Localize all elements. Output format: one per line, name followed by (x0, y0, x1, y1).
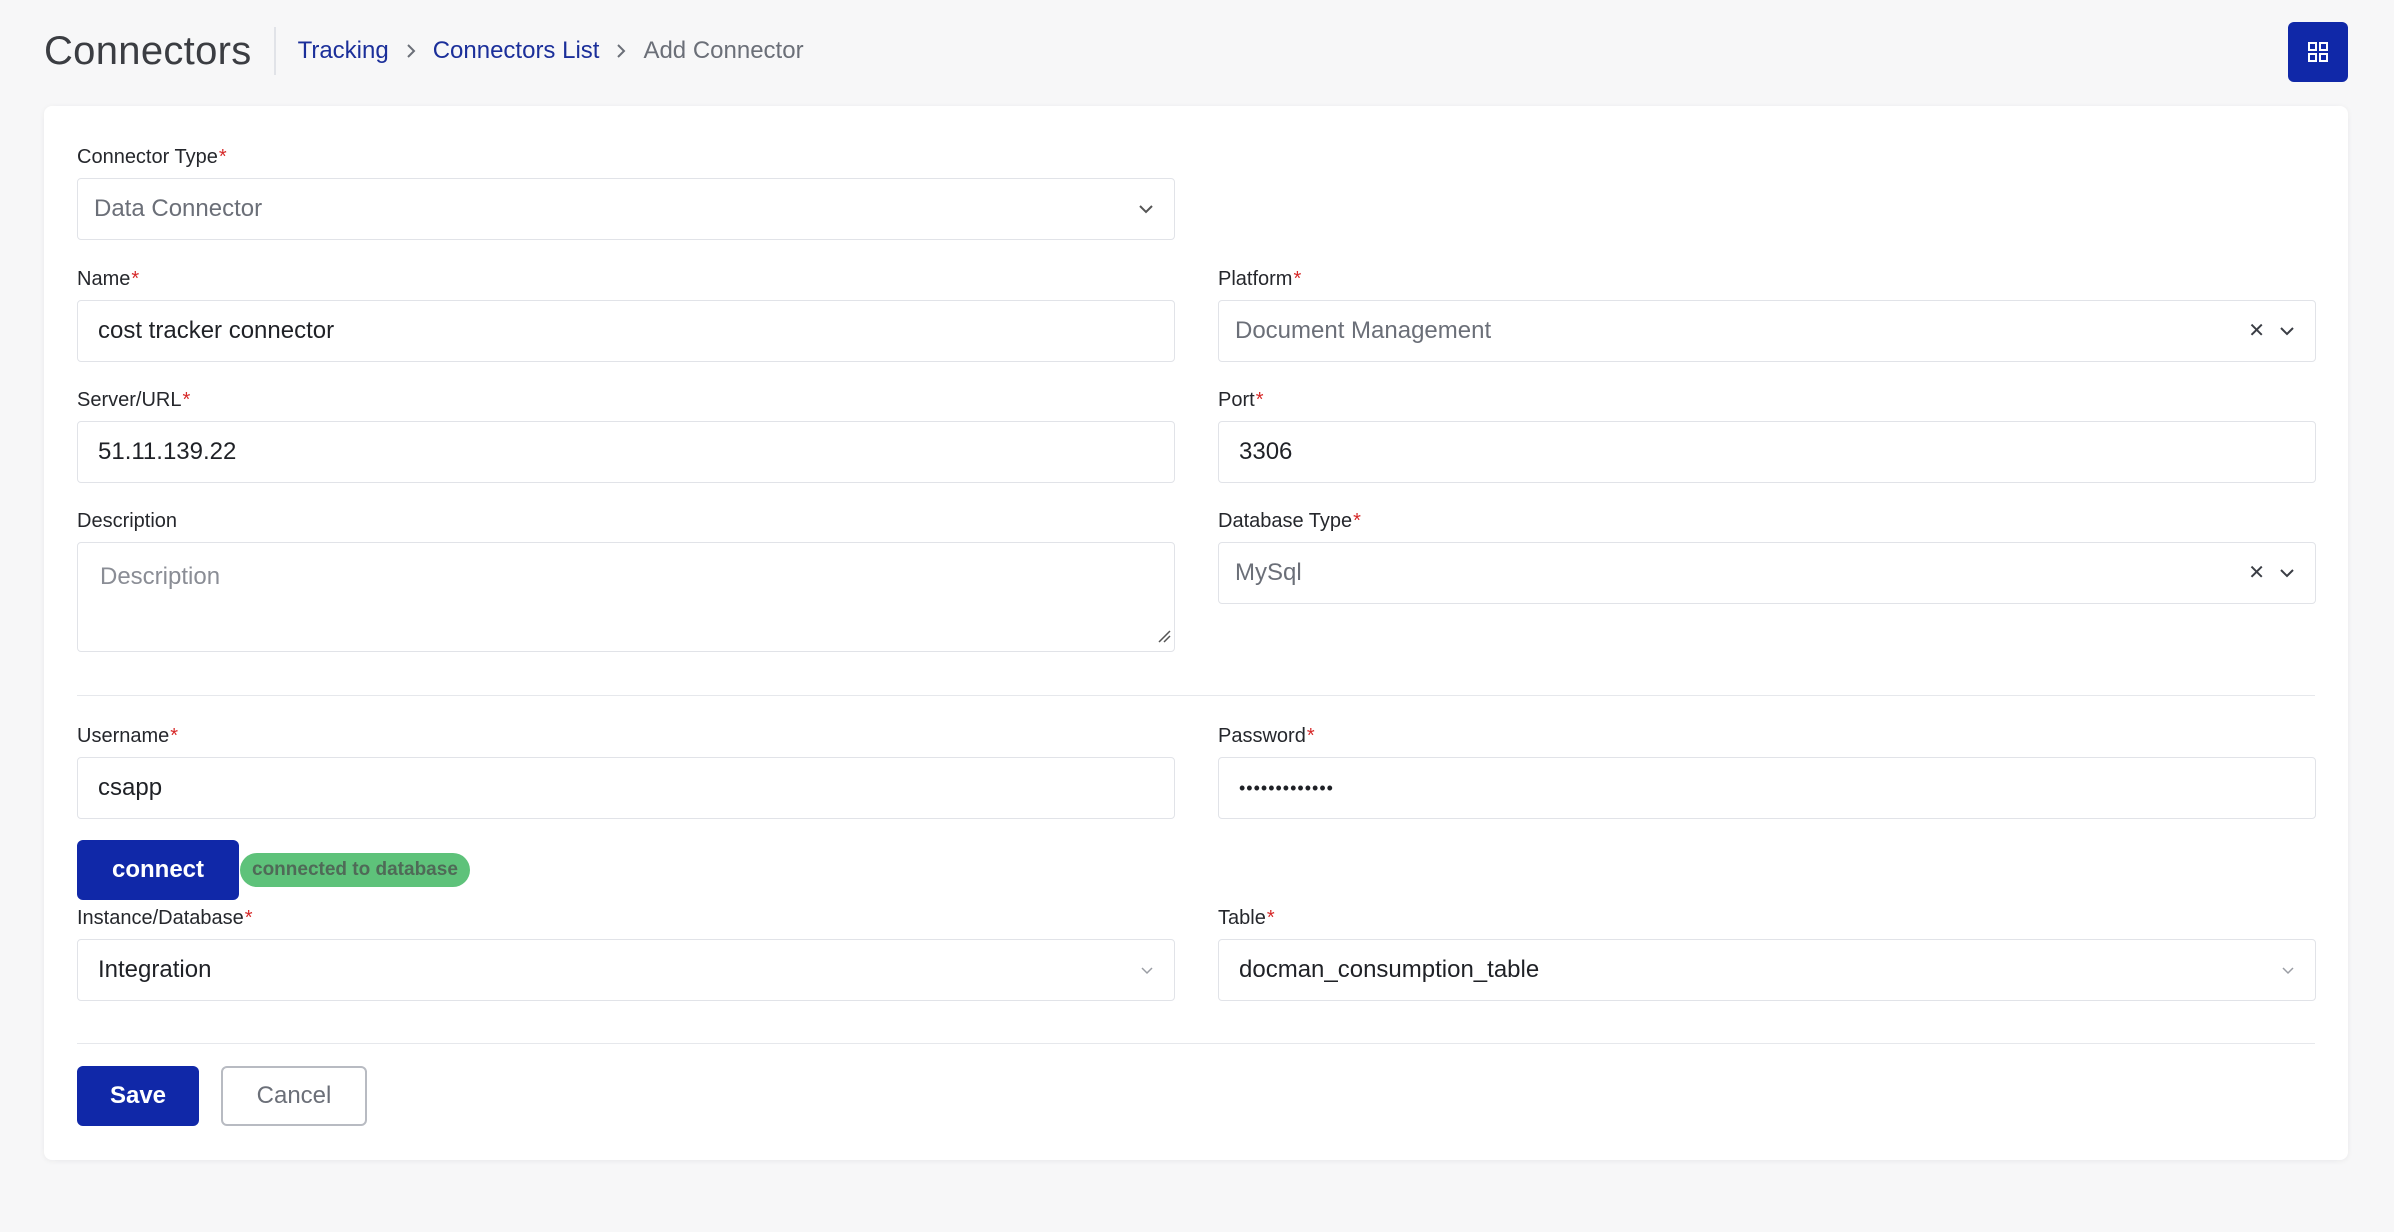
name-label: Name* (77, 268, 140, 290)
password-input[interactable]: ••••••••••••• (1218, 757, 2316, 819)
username-label: Username* (77, 725, 179, 747)
connect-button[interactable]: connect (77, 840, 239, 900)
connector-form-card: Connector Type* Data Connector Name* cos… (44, 106, 2348, 1160)
breadcrumb-connectors-list-link[interactable]: Connectors List (433, 37, 600, 65)
description-placeholder: Description (100, 563, 221, 590)
name-field: Name* cost tracker connector (77, 266, 1175, 362)
database-type-select[interactable]: MySql ✕ (1218, 542, 2316, 604)
clear-icon[interactable]: ✕ (2248, 321, 2265, 341)
port-label: Port* (1218, 389, 1264, 411)
connector-type-select[interactable]: Data Connector (77, 178, 1175, 240)
username-value: csapp (98, 774, 163, 801)
breadcrumb: Tracking Connectors List Add Connector (298, 37, 804, 65)
chevron-down-icon[interactable] (2279, 326, 2295, 336)
instance-database-value: Integration (98, 956, 212, 983)
connector-type-value: Data Connector (94, 195, 263, 222)
page-title: Connectors (44, 27, 276, 75)
platform-label: Platform* (1218, 268, 1302, 290)
password-field: Password* ••••••••••••• (1218, 723, 2316, 819)
database-type-field: Database Type* MySql ✕ (1218, 508, 2316, 604)
platform-value: Document Management (1235, 317, 1492, 344)
chevron-down-icon (1138, 204, 1154, 214)
page: Connectors Tracking Connectors List Add … (0, 0, 2394, 1232)
chevron-down-icon (1140, 966, 1154, 975)
description-label: Description (77, 510, 178, 532)
connector-type-field: Connector Type* Data Connector (77, 144, 1175, 240)
grid-icon (2307, 41, 2329, 63)
table-field: Table* docman_consumption_table (1218, 905, 2316, 1001)
platform-field: Platform* Document Management ✕ (1218, 266, 2316, 362)
connection-status-badge: connected to database (240, 853, 470, 887)
name-value: cost tracker connector (98, 317, 335, 344)
chevron-down-icon (2281, 966, 2295, 975)
platform-select[interactable]: Document Management ✕ (1218, 300, 2316, 362)
instance-database-label: Instance/Database* (77, 907, 253, 929)
save-button[interactable]: Save (77, 1066, 199, 1126)
chevron-right-icon (405, 44, 417, 58)
clear-icon[interactable]: ✕ (2248, 563, 2265, 583)
breadcrumb-tracking-link[interactable]: Tracking (298, 37, 389, 65)
description-field: Description Description (77, 508, 1175, 652)
username-input[interactable]: csapp (77, 757, 1175, 819)
resize-handle-icon[interactable] (1157, 629, 1171, 648)
server-url-value: 51.11.139.22 (98, 438, 237, 465)
server-url-label: Server/URL* (77, 389, 191, 411)
password-value: ••••••••••••• (1239, 777, 1334, 798)
username-field: Username* csapp (77, 723, 1175, 819)
table-select[interactable]: docman_consumption_table (1218, 939, 2316, 1001)
breadcrumb-current: Add Connector (643, 37, 804, 64)
chevron-right-icon (615, 44, 627, 58)
database-type-value: MySql (1235, 559, 1302, 586)
port-field: Port* 3306 (1218, 387, 2316, 483)
connector-type-label: Connector Type* (77, 146, 227, 168)
port-value: 3306 (1239, 438, 1293, 465)
password-label: Password* (1218, 725, 1315, 747)
apps-grid-button[interactable] (2288, 22, 2348, 82)
page-header: Connectors Tracking Connectors List Add … (44, 20, 2348, 82)
actions-divider (77, 1043, 2315, 1044)
chevron-down-icon[interactable] (2279, 568, 2295, 578)
database-type-label: Database Type* (1218, 510, 1361, 532)
port-input[interactable]: 3306 (1218, 421, 2316, 483)
instance-database-field: Instance/Database* Integration (77, 905, 1175, 1001)
server-url-field: Server/URL* 51.11.139.22 (77, 387, 1175, 483)
name-input[interactable]: cost tracker connector (77, 300, 1175, 362)
section-divider (77, 695, 2315, 696)
table-label: Table* (1218, 907, 1275, 929)
cancel-button[interactable]: Cancel (221, 1066, 367, 1126)
description-textarea[interactable]: Description (77, 542, 1175, 652)
server-url-input[interactable]: 51.11.139.22 (77, 421, 1175, 483)
table-value: docman_consumption_table (1239, 956, 1540, 983)
instance-database-select[interactable]: Integration (77, 939, 1175, 1001)
